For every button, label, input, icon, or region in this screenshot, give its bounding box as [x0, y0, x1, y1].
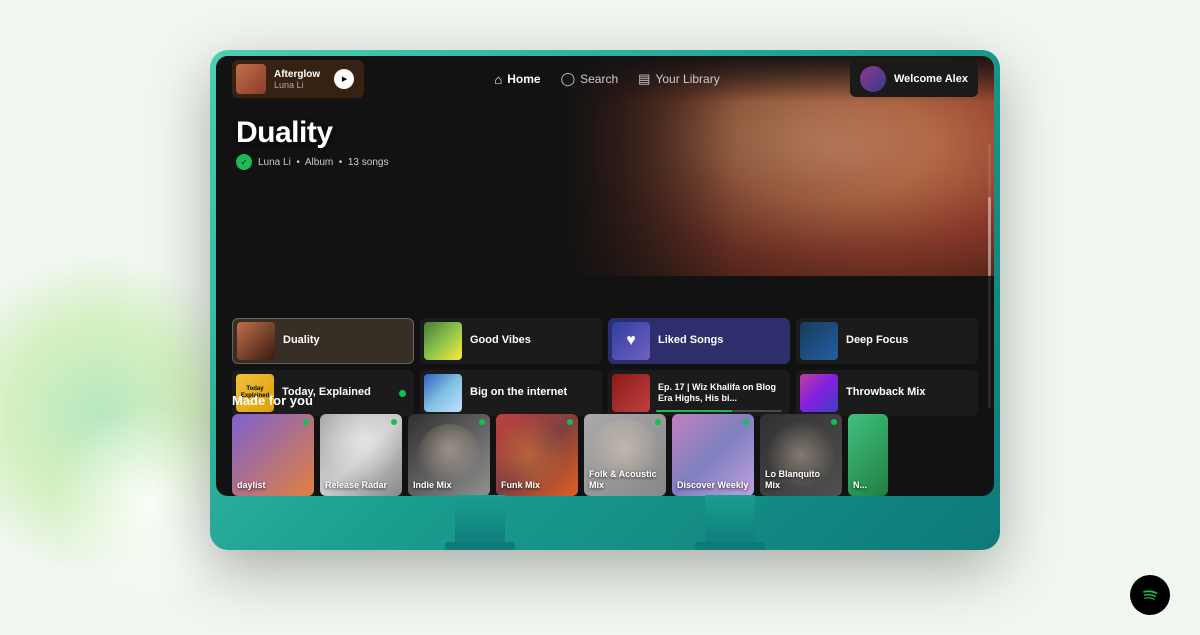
nav-library[interactable]: ▤ Your Library [638, 71, 720, 87]
made-card-indie-mix[interactable]: Indie Mix [408, 414, 490, 496]
made-for-you-cards: daylist Release Radar Indie Mix [232, 414, 994, 496]
stand-leg-left [455, 495, 505, 550]
stand-leg-right [705, 495, 755, 550]
album-artist: Luna Li • Album • 13 songs [258, 157, 388, 168]
play-button[interactable] [334, 69, 354, 89]
card-good-vibes-label: Good Vibes [470, 334, 531, 347]
made-card-funk-mix-label: Funk Mix [501, 480, 573, 491]
card-duality-label: Duality [283, 334, 320, 347]
funk-mix-dot [567, 419, 573, 425]
search-icon: ◯ [561, 71, 576, 87]
tv-frame: Afterglow Luna Li ⌂ Home ◯ Search ▤ Your… [210, 50, 1000, 550]
made-card-folk-mix[interactable]: Folk & Acoustic Mix [584, 414, 666, 496]
made-card-n-label: N... [853, 480, 883, 491]
welcome-badge: Welcome Alex [850, 61, 978, 97]
made-card-daylist[interactable]: daylist [232, 414, 314, 496]
user-avatar [860, 66, 886, 92]
made-card-daylist-label: daylist [237, 480, 309, 491]
card-duality-thumb [237, 322, 275, 360]
nav-home-label: Home [507, 72, 540, 86]
release-radar-dot [391, 419, 397, 425]
tv-screen: Afterglow Luna Li ⌂ Home ◯ Search ▤ Your… [216, 56, 994, 496]
n-dot [877, 419, 883, 425]
card-liked-songs[interactable]: ♥ Liked Songs [608, 318, 790, 364]
made-card-lo-blanquito-label: Lo Blanquito Mix [765, 469, 837, 491]
made-card-release-radar[interactable]: Release Radar [320, 414, 402, 496]
now-playing-title: Afterglow [274, 69, 320, 80]
now-playing-artist: Luna Li [274, 80, 320, 90]
heart-icon: ♥ [626, 332, 636, 350]
spotify-logo [1130, 575, 1170, 615]
section-title-made-for-you: Made for you [232, 393, 994, 408]
card-good-vibes-thumb [424, 322, 462, 360]
lo-blanquito-dot [831, 419, 837, 425]
artist-verified-icon: ✓ [236, 154, 252, 170]
indie-mix-dot [479, 419, 485, 425]
welcome-text: Welcome Alex [894, 73, 968, 85]
nav-library-label: Your Library [655, 72, 719, 86]
nav-search[interactable]: ◯ Search [561, 71, 619, 87]
nav-home[interactable]: ⌂ Home [494, 72, 540, 87]
scroll-indicator [988, 144, 991, 408]
card-deep-focus-thumb [800, 322, 838, 360]
navbar: Afterglow Luna Li ⌂ Home ◯ Search ▤ Your… [216, 56, 994, 102]
made-card-funk-mix[interactable]: Funk Mix [496, 414, 578, 496]
tv-stand [455, 495, 755, 550]
now-playing-info: Afterglow Luna Li [274, 69, 320, 90]
now-playing-thumbnail [236, 64, 266, 94]
made-card-indie-mix-label: Indie Mix [413, 480, 485, 491]
made-card-discover-weekly[interactable]: Discover Weekly [672, 414, 754, 496]
card-liked-thumb: ♥ [612, 322, 650, 360]
card-duality[interactable]: Duality [232, 318, 414, 364]
nav-search-label: Search [580, 72, 618, 86]
card-good-vibes[interactable]: Good Vibes [420, 318, 602, 364]
spotify-icon [1138, 583, 1162, 607]
nav-links: ⌂ Home ◯ Search ▤ Your Library [494, 71, 719, 87]
album-info: Duality ✓ Luna Li • Album • 13 songs [236, 116, 388, 170]
scroll-thumb [988, 197, 991, 276]
folk-mix-dot [655, 419, 661, 425]
album-title: Duality [236, 116, 388, 150]
made-card-lo-blanquito[interactable]: Lo Blanquito Mix [760, 414, 842, 496]
made-card-discover-weekly-label: Discover Weekly [677, 480, 749, 491]
album-meta: ✓ Luna Li • Album • 13 songs [236, 154, 388, 170]
card-deep-focus-label: Deep Focus [846, 334, 908, 347]
discover-weekly-dot [743, 419, 749, 425]
made-card-release-radar-label: Release Radar [325, 480, 397, 491]
made-for-you-section: Made for you daylist Release Radar [232, 393, 994, 496]
card-deep-focus[interactable]: Deep Focus [796, 318, 978, 364]
card-liked-label: Liked Songs [658, 334, 723, 347]
daylist-dot [303, 419, 309, 425]
home-icon: ⌂ [494, 72, 502, 87]
made-card-n[interactable]: N... [848, 414, 888, 496]
made-card-folk-mix-label: Folk & Acoustic Mix [589, 469, 661, 491]
library-icon: ▤ [638, 71, 650, 87]
now-playing-pill[interactable]: Afterglow Luna Li [232, 60, 364, 98]
